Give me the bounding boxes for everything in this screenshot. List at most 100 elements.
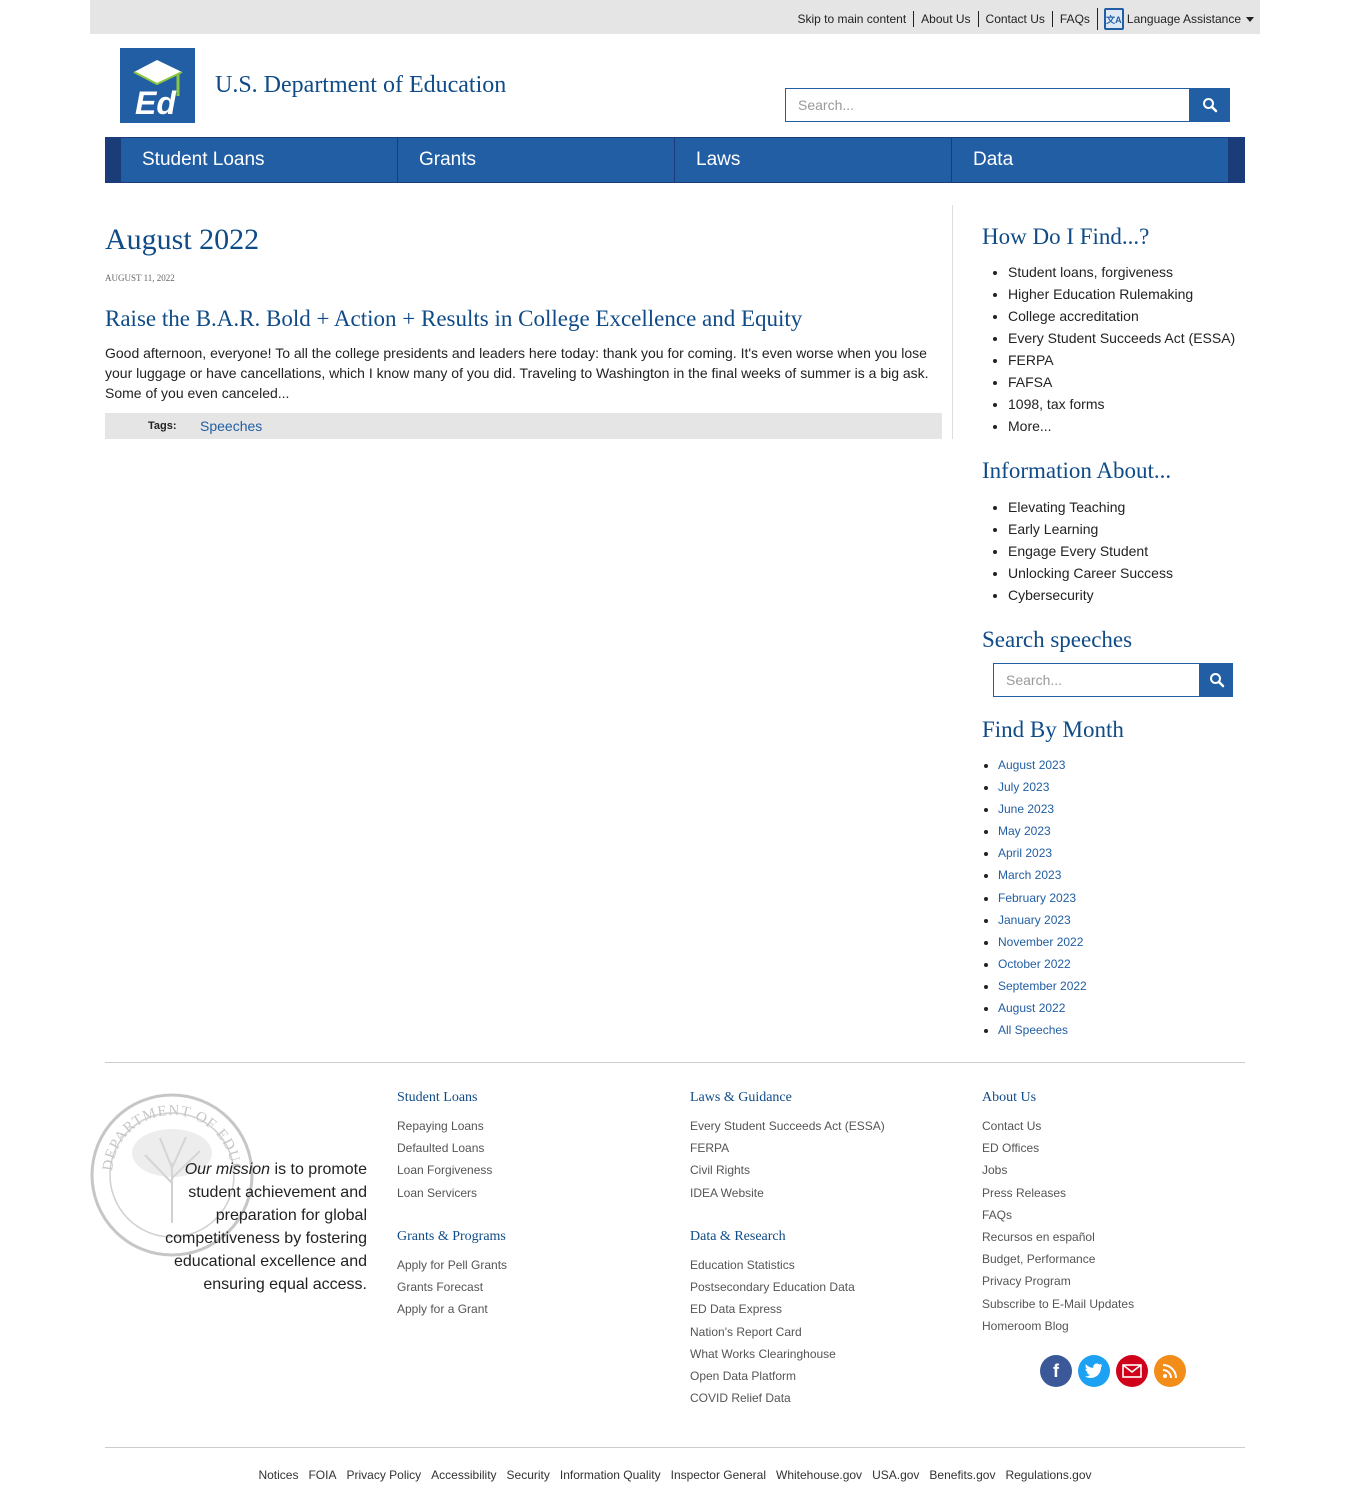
footer-link: Press Releases xyxy=(982,1185,1067,1200)
footer-link: Nation's Report Card xyxy=(690,1324,802,1339)
faqs-link[interactable]: FAQs xyxy=(1053,11,1097,27)
benefits-gov-link[interactable]: Benefits.gov xyxy=(924,1468,1000,1482)
find-item-more: More... xyxy=(1008,415,1235,437)
find-item-tax-forms: 1098, tax forms xyxy=(1008,393,1235,415)
info-item-early-learning: Early Learning xyxy=(1008,518,1173,540)
notices-link[interactable]: Notices xyxy=(253,1468,303,1482)
month-item: May 2023 xyxy=(998,820,1087,842)
tags-bar: Tags: Speeches xyxy=(105,413,942,439)
month-item: November 2022 xyxy=(998,931,1087,953)
month-item: August 2023 xyxy=(998,754,1087,776)
mission-text: is to promote student achievement and pr… xyxy=(165,1161,367,1293)
usa-gov-link[interactable]: USA.gov xyxy=(867,1468,924,1482)
footer-link: ED Offices xyxy=(982,1141,1040,1156)
site-search-input[interactable] xyxy=(785,88,1190,122)
footer-laws-heading: Laws & Guidance xyxy=(690,1090,792,1105)
footer-laws-list: Every Student Succeeds Act (ESSA) FERPA … xyxy=(690,1115,885,1204)
footer-student-loans-heading: Student Loans xyxy=(397,1090,478,1105)
footer-link: What Works Clearinghouse xyxy=(690,1346,836,1361)
accessibility-link[interactable]: Accessibility xyxy=(426,1468,501,1482)
find-item-fafsa: FAFSA xyxy=(1008,371,1235,393)
whitehouse-link[interactable]: Whitehouse.gov xyxy=(771,1468,867,1482)
nav-grants[interactable]: Grants xyxy=(398,138,674,182)
footer-data-heading: Data & Research xyxy=(690,1229,786,1244)
month-list: August 2023 July 2023 June 2023 May 2023… xyxy=(982,754,1087,1041)
footer-link: Repaying Loans xyxy=(397,1119,484,1133)
footer-link: Budget, Performance xyxy=(982,1252,1096,1267)
email-icon[interactable] xyxy=(1116,1355,1148,1387)
info-item-cybersecurity: Cybersecurity xyxy=(1008,584,1173,606)
month-item: February 2023 xyxy=(998,887,1087,909)
regulations-gov-link[interactable]: Regulations.gov xyxy=(1000,1468,1096,1482)
svg-text:Ed: Ed xyxy=(135,85,177,121)
search-icon xyxy=(1209,673,1224,688)
nav-laws[interactable]: Laws xyxy=(675,138,951,182)
month-item: January 2023 xyxy=(998,909,1087,931)
footer-link: Subscribe to E-Mail Updates xyxy=(982,1296,1135,1311)
foia-link[interactable]: FOIA xyxy=(303,1468,341,1482)
footer-link: Open Data Platform xyxy=(690,1368,797,1383)
footer-link: ED Data Express xyxy=(690,1302,783,1317)
caret-down-icon xyxy=(1246,16,1254,22)
security-link[interactable]: Security xyxy=(502,1468,555,1482)
site-title[interactable]: U.S. Department of Education xyxy=(215,72,506,99)
nav-student-loans[interactable]: Student Loans xyxy=(121,138,397,182)
month-item: August 2022 xyxy=(998,997,1087,1019)
post-date: August 11, 2022 xyxy=(105,273,175,283)
footer-grants-list: Apply for Pell Grants Grants Forecast Ap… xyxy=(397,1254,507,1321)
nav-data[interactable]: Data xyxy=(952,138,1228,182)
ed-logo-icon: Ed xyxy=(133,60,183,121)
language-label: Language Assistance xyxy=(1126,12,1241,26)
info-item-engage-student: Engage Every Student xyxy=(1008,540,1173,562)
month-item: June 2023 xyxy=(998,798,1087,820)
tags-label: Tags: xyxy=(148,420,177,432)
month-item-all-speeches: All Speeches xyxy=(998,1019,1087,1041)
bottom-links: Notices FOIA Privacy Policy Accessibilit… xyxy=(0,1468,1350,1482)
language-icon: 文A xyxy=(1103,8,1124,30)
month-item: March 2023 xyxy=(998,864,1087,886)
social-links: f xyxy=(1040,1355,1186,1387)
language-assistance-dropdown[interactable]: 文A Language Assistance xyxy=(1096,8,1254,30)
footer-link: Contact Us xyxy=(982,1119,1042,1133)
footer-divider-bottom xyxy=(105,1447,1245,1448)
rss-icon[interactable] xyxy=(1154,1355,1186,1387)
tag-speeches-link[interactable]: Speeches xyxy=(200,418,262,434)
information-quality-link[interactable]: Information Quality xyxy=(555,1468,666,1482)
main-navigation: Student Loans Grants Laws Data xyxy=(105,137,1245,183)
month-item: April 2023 xyxy=(998,842,1087,864)
utility-bar: Skip to main content About Us Contact Us… xyxy=(90,0,1260,34)
inspector-general-link[interactable]: Inspector General xyxy=(666,1468,771,1482)
footer-grants-heading: Grants & Programs xyxy=(397,1229,506,1244)
about-us-link[interactable]: About Us xyxy=(914,11,979,27)
find-by-month-heading: Find By Month xyxy=(982,717,1124,742)
footer-link: Apply for a Grant xyxy=(397,1302,488,1317)
footer-link: FERPA xyxy=(690,1141,730,1156)
footer-divider-top xyxy=(105,1062,1245,1063)
speech-search-button[interactable] xyxy=(1200,663,1233,697)
search-icon xyxy=(1203,98,1218,113)
footer-link: Education Statistics xyxy=(690,1258,795,1272)
mission-statement: Our mission is to promote student achiev… xyxy=(140,1158,367,1296)
skip-link[interactable]: Skip to main content xyxy=(790,11,915,27)
post-excerpt: Good afternoon, everyone! To all the col… xyxy=(105,345,929,401)
column-divider xyxy=(952,205,953,439)
contact-us-link[interactable]: Contact Us xyxy=(979,11,1053,27)
twitter-icon[interactable] xyxy=(1078,1355,1110,1387)
find-item-essa: Every Student Succeeds Act (ESSA) xyxy=(1008,327,1235,349)
speech-search-input[interactable] xyxy=(993,663,1200,697)
site-search xyxy=(785,88,1230,122)
ed-logo[interactable]: Ed xyxy=(120,48,195,123)
page-title: August 2022 xyxy=(105,223,260,256)
site-search-button[interactable] xyxy=(1190,88,1230,122)
utility-links: Skip to main content About Us Contact Us… xyxy=(790,8,1254,30)
mission-emphasis: Our mission xyxy=(184,1161,271,1178)
facebook-icon[interactable]: f xyxy=(1040,1355,1072,1387)
how-do-i-find-heading: How Do I Find...? xyxy=(982,224,1150,249)
footer-link: Every Student Succeeds Act (ESSA) xyxy=(690,1119,885,1133)
privacy-policy-link[interactable]: Privacy Policy xyxy=(341,1468,426,1482)
find-item-accreditation: College accreditation xyxy=(1008,305,1235,327)
footer-link: Grants Forecast xyxy=(397,1280,484,1295)
how-do-i-find-list: Student loans, forgiveness Higher Educat… xyxy=(982,261,1235,437)
footer-link: Privacy Program xyxy=(982,1274,1071,1289)
post-title-link[interactable]: Raise the B.A.R. Bold + Action + Results… xyxy=(105,306,802,332)
